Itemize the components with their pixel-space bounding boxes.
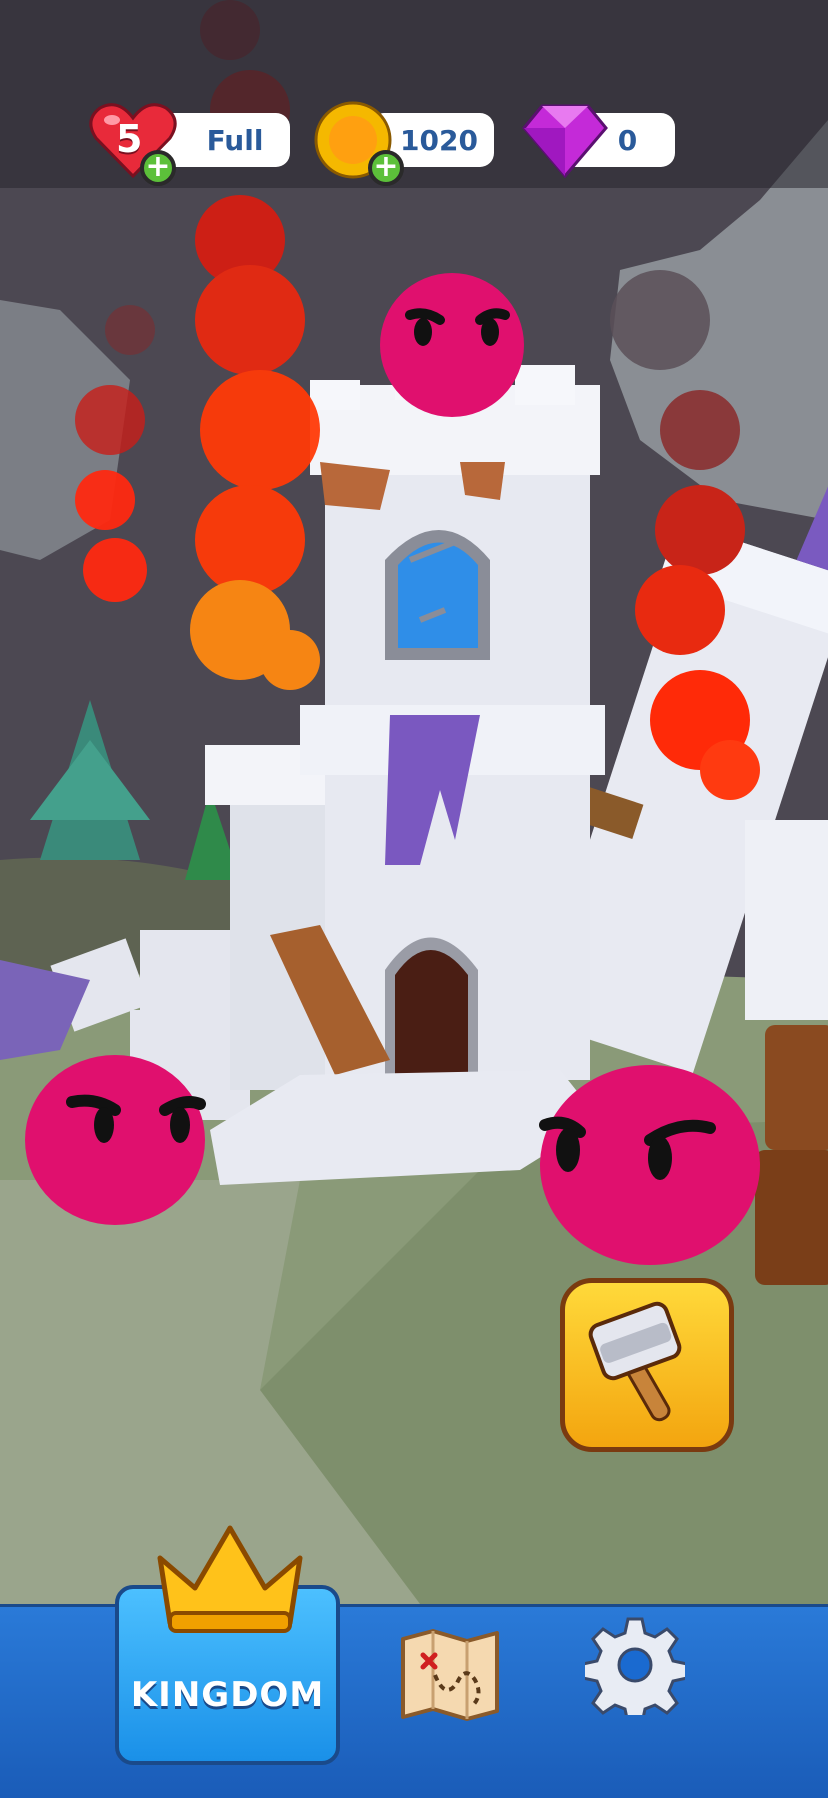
lives-status: Full	[206, 123, 264, 157]
lives-pill: Full	[160, 113, 290, 167]
lives-count: 5	[116, 117, 143, 161]
treasure-map-icon	[401, 1629, 499, 1721]
slime-on-tower	[380, 273, 524, 417]
slime-right	[539, 1065, 760, 1265]
kingdom-tab-label: KINGDOM	[130, 1675, 325, 1715]
map-tab[interactable]	[395, 1625, 505, 1725]
settings-tab[interactable]	[581, 1615, 689, 1725]
gem-icon	[522, 104, 608, 178]
slime-left	[25, 1055, 206, 1225]
right-wall	[745, 820, 828, 1020]
main-tower	[270, 365, 605, 1080]
wooden-crates	[755, 1025, 828, 1285]
game-scene[interactable]	[0, 0, 828, 1795]
hammer-button[interactable]	[560, 1278, 734, 1452]
add-coins-button[interactable]: +	[368, 150, 404, 186]
coins-value: 1020	[400, 123, 478, 157]
gear-icon	[581, 1617, 689, 1725]
hammer-icon	[588, 1301, 682, 1422]
gems-value: 0	[617, 123, 638, 157]
add-lives-button[interactable]: +	[140, 150, 176, 186]
crown-icon	[157, 1525, 303, 1633]
